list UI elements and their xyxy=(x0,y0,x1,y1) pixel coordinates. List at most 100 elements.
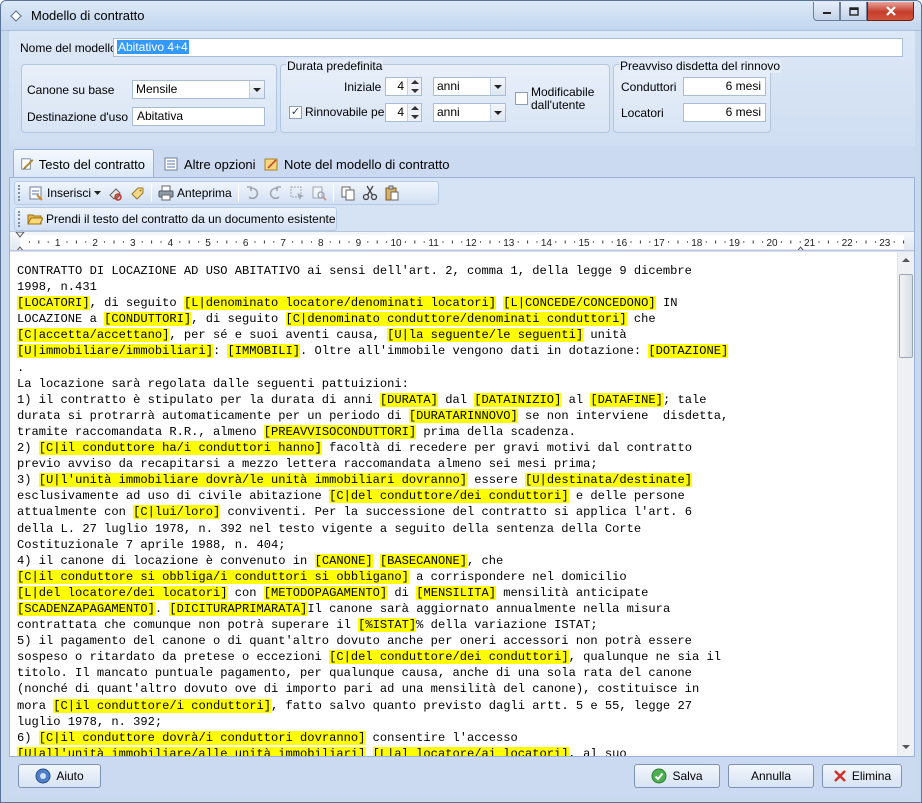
aiuto-button[interactable]: Aiuto xyxy=(18,764,101,788)
prendi-testo-button[interactable]: Prendi il testo del contratto da un docu… xyxy=(24,209,339,229)
toolbar-grip[interactable] xyxy=(18,185,21,201)
tab-testo-contratto[interactable]: Testo del contratto xyxy=(13,149,154,178)
model-settings-panel: Nome del modello Abitativo 4+4 Canone su… xyxy=(9,31,915,146)
merge-field: [C|il conduttore si obbliga/i conduttori… xyxy=(17,569,409,584)
conduttori-input[interactable]: 6 mesi xyxy=(683,77,766,96)
check-icon xyxy=(651,768,667,784)
scroll-down-icon[interactable] xyxy=(898,739,914,756)
scissors-icon xyxy=(362,185,377,201)
ruler-label: 3 xyxy=(130,238,136,249)
redo-button[interactable] xyxy=(264,183,286,203)
chevron-down-icon xyxy=(490,104,505,121)
elimina-button[interactable]: Elimina xyxy=(822,764,902,788)
tag-button[interactable] xyxy=(126,183,148,203)
iniziale-unit-select[interactable]: anni xyxy=(433,77,506,96)
cut-button[interactable] xyxy=(359,183,381,203)
text-run: titolo. Il mancato puntuale pagamento, p… xyxy=(17,666,692,681)
spin-arrows-icon[interactable] xyxy=(407,78,421,95)
merge-field: [MENSILITA] xyxy=(416,585,497,600)
close-button[interactable] xyxy=(867,2,914,21)
scrollbar-thumb[interactable] xyxy=(899,274,913,358)
spin-arrows-icon[interactable] xyxy=(407,104,421,121)
text-line: titolo. Il mancato puntuale pagamento, p… xyxy=(17,665,889,681)
text-line: [C|il conduttore si obbliga/i conduttori… xyxy=(17,569,889,585)
scroll-up-icon[interactable] xyxy=(898,252,914,269)
contract-text-editor[interactable]: CONTRATTO DI LOCAZIONE AD USO ABITATIVO … xyxy=(10,252,914,756)
text-line: LOCAZIONE a [CONDUTTORI], di seguito [C|… xyxy=(17,311,889,327)
canone-group: Canone su base Mensile Destinazione d'us… xyxy=(21,64,277,133)
merge-field: [CANONE] xyxy=(314,553,373,568)
salva-button[interactable]: Salva xyxy=(634,764,720,788)
text-line: 5) il pagamento del canone o di quant'al… xyxy=(17,633,889,649)
text-run: della L. 27 luglio 1978, n. 392 nel test… xyxy=(17,521,642,536)
text-run xyxy=(373,554,380,568)
copy-button[interactable] xyxy=(337,183,359,203)
toolbar-grip[interactable] xyxy=(18,211,20,227)
text-run: , fatto salvo quanto previsto dagli artt… xyxy=(271,698,692,713)
ruler-label: 8 xyxy=(318,238,324,249)
tab-altre-opzioni[interactable]: Altre opzioni xyxy=(157,151,264,177)
ruler-label: 14 xyxy=(541,238,553,249)
canone-base-select[interactable]: Mensile xyxy=(132,80,265,99)
text-run: IN xyxy=(655,296,678,311)
text-line: [L|del locatore/dei locatori] con [METOD… xyxy=(17,585,889,601)
ruler-label: 23 xyxy=(879,238,891,249)
ruler-label: 11 xyxy=(428,238,439,249)
model-name-input[interactable]: Abitativo 4+4 xyxy=(113,38,903,57)
text-run: Il canone sarà aggiornato annualmente ne… xyxy=(307,601,671,616)
text-run: prima della scadenza. xyxy=(416,424,576,439)
text-line: 1998, n.431 xyxy=(17,279,889,295)
text-run: La locazione sarà regolata dalle seguent… xyxy=(17,376,409,391)
vertical-scrollbar[interactable] xyxy=(897,252,914,756)
iniziale-stepper[interactable]: 4 xyxy=(385,77,422,96)
locatori-input[interactable]: 6 mesi xyxy=(683,103,766,122)
remove-field-button[interactable] xyxy=(104,183,126,203)
rinnovabile-unit-select[interactable]: anni xyxy=(433,103,506,122)
annulla-button[interactable]: Annulla xyxy=(728,764,814,788)
copy-icon xyxy=(341,186,355,201)
canone-base-label: Canone su base xyxy=(27,83,115,97)
ruler-label: 15 xyxy=(578,238,590,249)
destinazione-input[interactable]: Abitativa xyxy=(132,107,265,126)
merge-field: [DICITURAPRIMARATA] xyxy=(169,601,308,616)
text-line: CONTRATTO DI LOCAZIONE AD USO ABITATIVO … xyxy=(17,263,889,279)
text-run: durata si protrarrà automaticamente per … xyxy=(17,408,409,423)
import-toolbar: Prendi il testo del contratto da un docu… xyxy=(14,207,337,231)
maximize-button[interactable] xyxy=(840,2,867,21)
merge-field: [DURATARINNOVO] xyxy=(408,408,518,423)
paste-button[interactable] xyxy=(381,183,403,203)
minimize-button[interactable] xyxy=(813,2,840,21)
select-button[interactable] xyxy=(286,183,308,203)
undo-button[interactable] xyxy=(242,183,264,203)
ruler-label: 12 xyxy=(466,238,478,249)
rinnovabile-stepper[interactable]: 4 xyxy=(385,103,422,122)
ruler-label: 16 xyxy=(616,238,628,249)
salva-label: Salva xyxy=(672,769,703,783)
anteprima-button[interactable]: Anteprima xyxy=(155,183,235,203)
modificabile-checkbox[interactable] xyxy=(515,92,528,105)
merge-field: [C|il conduttore/i conduttori] xyxy=(53,698,272,713)
text-run: che xyxy=(626,312,656,327)
merge-field: [%ISTAT] xyxy=(358,618,417,633)
merge-field: [CONDUTTORI] xyxy=(104,312,192,327)
rinnovabile-label: Rinnovabile per xyxy=(305,105,389,119)
ruler-label: 5 xyxy=(205,238,211,249)
maximize-icon xyxy=(848,6,859,16)
text-run: esclusivamente ad uso di civile abitazio… xyxy=(17,489,330,504)
title-bar[interactable]: Modello di contratto xyxy=(1,1,921,31)
rinnovabile-checkbox[interactable]: ✓ xyxy=(289,106,302,119)
ruler-label: 17 xyxy=(654,238,666,249)
merge-field: [METODOPAGAMENTO] xyxy=(263,585,388,600)
tab-note-modello[interactable]: Note del modello di contratto xyxy=(257,151,457,177)
undo-icon xyxy=(246,186,258,200)
text-line: [LOCATORI], di seguito [L|denominato loc… xyxy=(17,295,889,311)
paste-icon xyxy=(385,185,399,201)
text-run: ; tale xyxy=(662,392,707,407)
rinnovabile-value: 4 xyxy=(397,105,404,119)
find-button[interactable] xyxy=(308,183,330,203)
inserisci-button[interactable]: Inserisci xyxy=(25,183,104,203)
text-line: Costituzionale 7 aprile 1988, n. 404; xyxy=(17,537,889,553)
text-run: 4) il canone di locazione è convenuto in xyxy=(17,553,315,568)
eraser-icon xyxy=(109,188,122,201)
text-run: Costituzionale 7 aprile 1988, n. 404; xyxy=(17,537,286,552)
